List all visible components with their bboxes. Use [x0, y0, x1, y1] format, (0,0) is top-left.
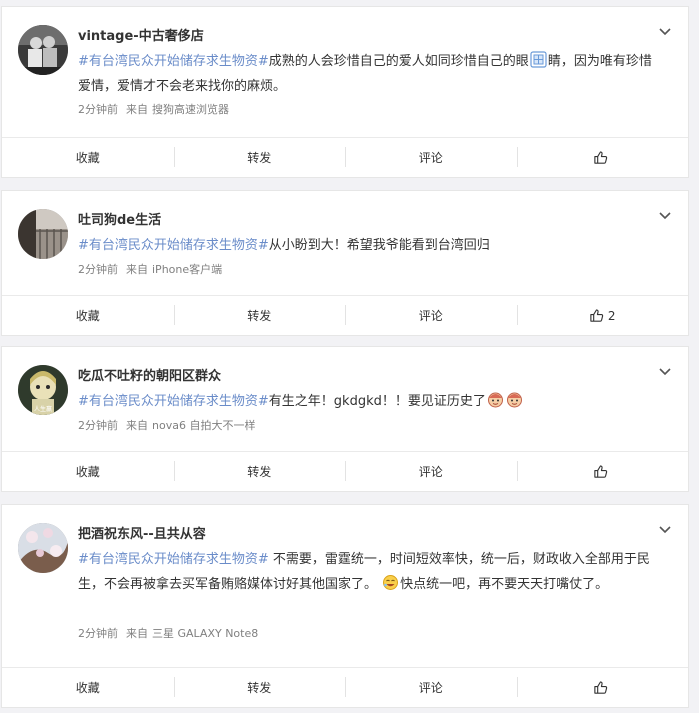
avatar[interactable] — [18, 209, 68, 259]
comment-button[interactable]: 评论 — [345, 296, 517, 335]
repost-button[interactable]: 转发 — [173, 668, 346, 707]
post-meta: 2分钟前 来自 nova6 自拍大不一样 — [78, 417, 255, 433]
comment-button[interactable]: 评论 — [345, 668, 517, 707]
repost-button[interactable]: 转发 — [173, 296, 346, 335]
like-button[interactable] — [516, 138, 689, 177]
comment-label: 评论 — [418, 465, 443, 479]
favorite-label: 收藏 — [75, 681, 100, 695]
repost-label: 转发 — [247, 465, 272, 479]
post-time: 2分钟前 — [78, 627, 118, 640]
avatar[interactable] — [18, 523, 68, 573]
like-button[interactable] — [516, 452, 689, 491]
source-prefix: 来自 — [126, 103, 148, 116]
post-meta: 2分钟前 来自 三星 GALAXY Note8 — [78, 625, 258, 641]
post-time: 2分钟前 — [78, 263, 118, 276]
chevron-down-icon[interactable] — [658, 209, 672, 223]
post-text: #有台湾民众开始储存求生物资#从小盼到大！希望我爷能看到台湾回归 — [78, 233, 662, 258]
action-bar: 收藏 转发 评论 — [2, 667, 688, 707]
post-source: 来自 iPhone客户端 — [126, 263, 222, 276]
topic-link[interactable]: #有台湾民众开始储存求生物资# — [78, 54, 269, 69]
post-text: #有台湾民众开始储存求生物资#成熟的人会珍惜自己的爱人如同珍惜自己的眼 睛，因为唯… — [78, 49, 662, 99]
post-meta: 2分钟前 来自 搜狗高速浏览器 — [78, 101, 229, 117]
comment-label: 评论 — [418, 151, 443, 165]
post-time: 2分钟前 — [78, 103, 118, 116]
source-prefix: 来自 — [126, 263, 148, 276]
source-prefix: 来自 — [126, 419, 148, 432]
post-text-segment: 成熟的人会珍惜自己的爱人如同珍惜自己的眼 — [268, 54, 529, 69]
post-text-segment: 快点统一吧，再不要天天打嘴仗了。 — [400, 577, 609, 592]
action-bar: 收藏 转发 评论 2 — [2, 295, 688, 335]
source-name[interactable]: iPhone客户端 — [152, 263, 222, 276]
like-button[interactable]: 2 — [516, 296, 689, 335]
avatar-caption: 人生赢 — [34, 405, 52, 413]
nickname[interactable]: 吃瓜不吐籽的朝阳区群众 — [78, 365, 221, 384]
source-name[interactable]: 搜狗高速浏览器 — [152, 103, 229, 116]
eye-emoji-icon — [530, 51, 547, 68]
chevron-down-icon[interactable] — [658, 25, 672, 39]
comment-label: 评论 — [418, 681, 443, 695]
thumbs-up-icon — [594, 681, 607, 694]
repost-label: 转发 — [247, 309, 272, 323]
thumbs-up-icon — [594, 465, 607, 478]
repost-button[interactable]: 转发 — [173, 138, 346, 177]
favorite-label: 收藏 — [75, 309, 100, 323]
favorite-button[interactable]: 收藏 — [2, 452, 174, 491]
topic-link[interactable]: #有台湾民众开始储存求生物资# — [78, 552, 269, 567]
comment-feed: vintage-中古奢侈店 #有台湾民众开始储存求生物资#成熟的人会珍惜自己的爱… — [0, 0, 699, 713]
post-text-segment: 从小盼到大！希望我爷能看到台湾回归 — [268, 238, 490, 253]
chevron-down-icon[interactable] — [658, 523, 672, 537]
comment-button[interactable]: 评论 — [345, 138, 517, 177]
comment-label: 评论 — [418, 309, 443, 323]
face-emoji-icon — [487, 392, 503, 408]
source-prefix: 来自 — [126, 627, 148, 640]
favorite-label: 收藏 — [75, 151, 100, 165]
action-bar: 收藏 转发 评论 — [2, 451, 688, 491]
nickname[interactable]: vintage-中古奢侈店 — [78, 25, 204, 44]
action-bar: 收藏 转发 评论 — [2, 137, 688, 177]
comment-button[interactable]: 评论 — [345, 452, 517, 491]
post-source: 来自 三星 GALAXY Note8 — [126, 627, 258, 640]
post-time: 2分钟前 — [78, 419, 118, 432]
avatar[interactable]: 人生赢 — [18, 365, 68, 415]
favorite-button[interactable]: 收藏 — [2, 668, 174, 707]
repost-label: 转发 — [247, 151, 272, 165]
post-card: vintage-中古奢侈店 #有台湾民众开始储存求生物资#成熟的人会珍惜自己的爱… — [1, 6, 689, 178]
favorite-button[interactable]: 收藏 — [2, 138, 174, 177]
post-meta: 2分钟前 来自 iPhone客户端 — [78, 261, 222, 277]
topic-link[interactable]: #有台湾民众开始储存求生物资# — [78, 238, 269, 253]
post-card: 吐司狗de生活 #有台湾民众开始储存求生物资#从小盼到大！希望我爷能看到台湾回归… — [1, 190, 689, 336]
like-button[interactable] — [516, 668, 689, 707]
avatar[interactable] — [18, 25, 68, 75]
topic-link[interactable]: #有台湾民众开始储存求生物资# — [78, 394, 269, 409]
chevron-down-icon[interactable] — [658, 365, 672, 379]
nickname[interactable]: 把酒祝东风--且共从容 — [78, 523, 206, 542]
repost-button[interactable]: 转发 — [173, 452, 346, 491]
source-name[interactable]: 三星 GALAXY Note8 — [152, 627, 258, 640]
source-name[interactable]: nova6 自拍大不一样 — [152, 419, 255, 432]
favorite-label: 收藏 — [75, 465, 100, 479]
nickname[interactable]: 吐司狗de生活 — [78, 209, 161, 228]
like-count: 2 — [607, 308, 616, 323]
post-source: 来自 搜狗高速浏览器 — [126, 103, 229, 116]
post-text: #有台湾民众开始储存求生物资#有生之年！gkdgkd！！要见证历史了 — [78, 389, 662, 414]
post-source: 来自 nova6 自拍大不一样 — [126, 419, 255, 432]
post-text: #有台湾民众开始储存求生物资# 不需要，雷霆统一，时间短效率快，统一后，财政收入… — [78, 547, 662, 597]
favorite-button[interactable]: 收藏 — [2, 296, 174, 335]
post-text-segment: 有生之年！gkdgkd！！要见证历史了 — [268, 394, 486, 409]
post-card: 把酒祝东风--且共从容 #有台湾民众开始储存求生物资# 不需要，雷霆统一，时间短… — [1, 504, 689, 708]
repost-label: 转发 — [247, 681, 272, 695]
post-card: 人生赢 吃瓜不吐籽的朝阳区群众 #有台湾民众开始储存求生物资#有生之年！gkdg… — [1, 346, 689, 492]
thumbs-up-icon — [590, 309, 604, 322]
laugh-emoji-icon — [383, 575, 399, 590]
thumbs-up-icon — [594, 151, 607, 164]
face-emoji-icon — [506, 392, 522, 408]
